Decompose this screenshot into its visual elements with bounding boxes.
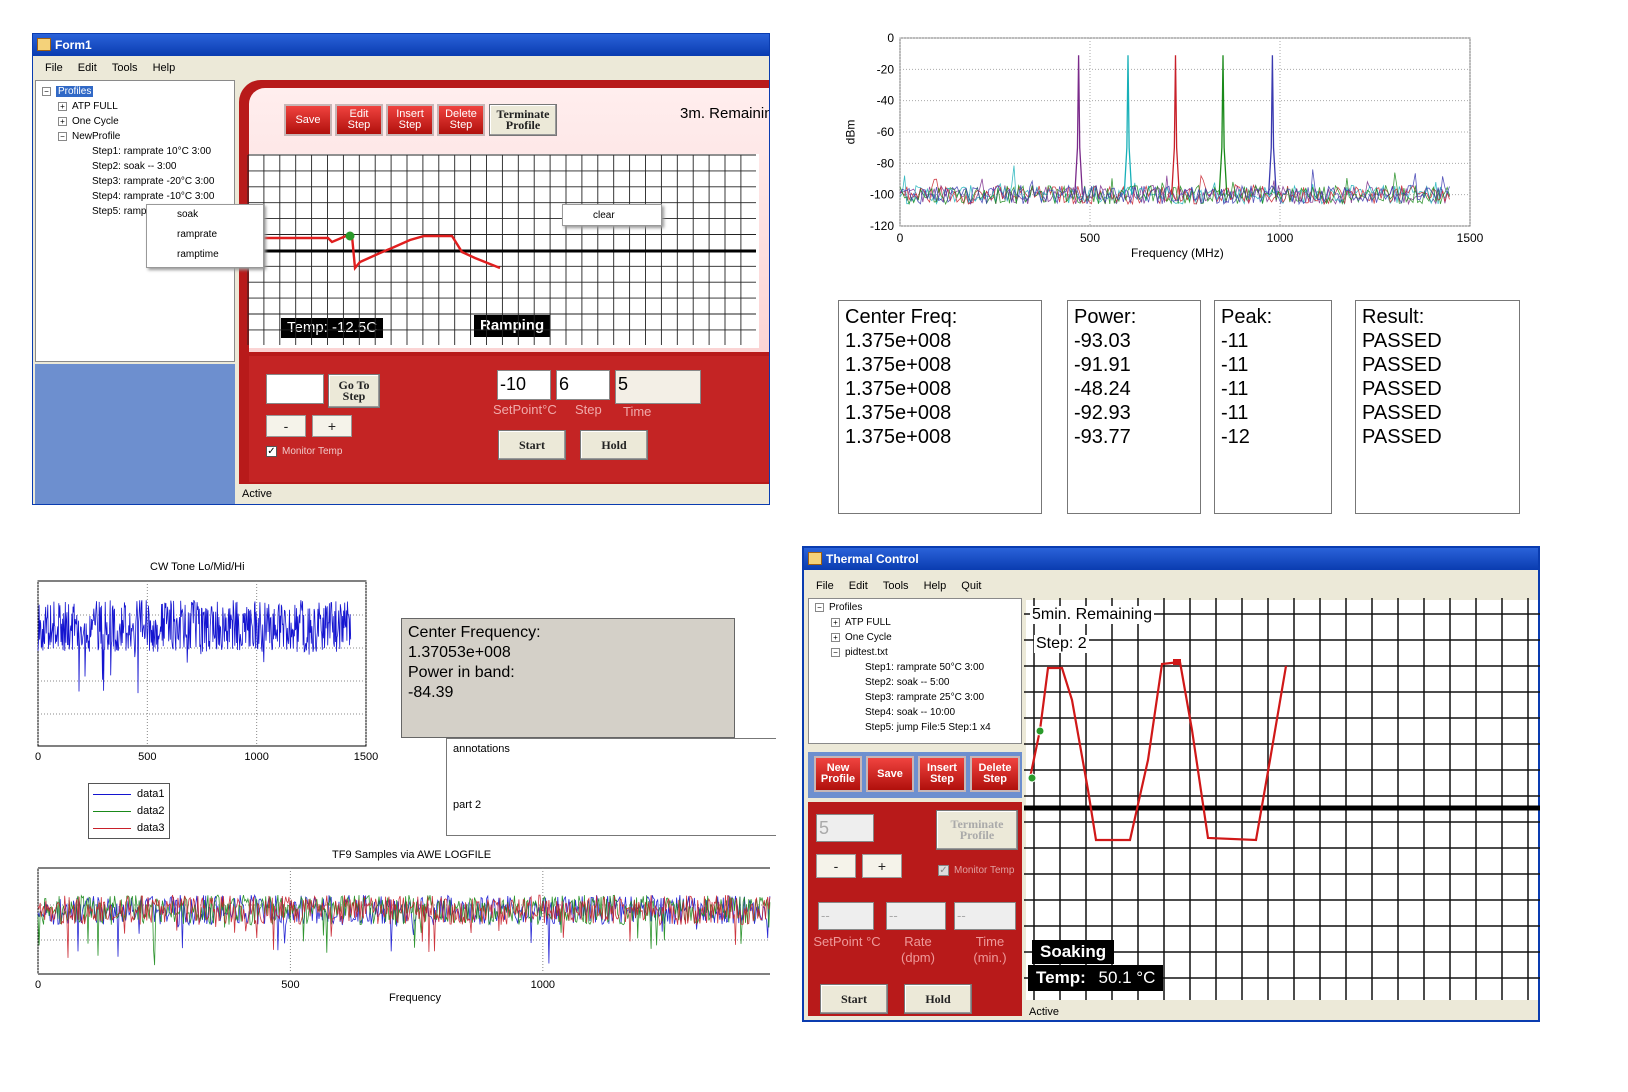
y-tick-label: -60 xyxy=(877,125,895,139)
tf9-chart-title: TF9 Samples via AWE LOGFILE xyxy=(332,849,492,861)
y-tick-label: -80 xyxy=(877,156,895,170)
x-tick-label: 1500 xyxy=(354,751,378,763)
x-tick-label: 1500 xyxy=(1457,231,1484,245)
x-tick-label: 1000 xyxy=(1267,231,1294,245)
point-marker xyxy=(1027,773,1037,783)
clear-context-menu[interactable]: clear xyxy=(562,204,662,226)
x-tick-label: 0 xyxy=(897,231,904,245)
cw-legend: data1 data2 data3 xyxy=(88,783,170,839)
x-tick-label: 500 xyxy=(1080,231,1100,245)
point-marker xyxy=(1035,726,1045,736)
spectrum-ylabel: dBm xyxy=(843,119,858,145)
menu-item-ramprate[interactable]: ramprate xyxy=(147,225,263,245)
menu-item-clear[interactable]: clear xyxy=(563,205,661,225)
plot-frame xyxy=(37,580,367,747)
y-tick-label: 0 xyxy=(887,31,894,45)
chart-layer: 0-20-40-60-80-100-1200 500 1000 1500 0 500 10… xyxy=(35,31,1540,1000)
spectrum-chart: 0-20-40-60-80-100-1200 500 1000 1500 xyxy=(870,31,1484,245)
cw-chart-title: CW Tone Lo/Mid/Hi xyxy=(150,561,245,573)
x-tick-label: 500 xyxy=(281,979,299,991)
legend-line-blue xyxy=(93,793,131,795)
legend-item: data2 xyxy=(89,803,169,820)
current-point-marker xyxy=(345,231,355,241)
tf9-chart: 0 500 1000 xyxy=(35,867,771,991)
cw-tone-chart: 0 500 1000 1500 xyxy=(35,580,378,763)
temp-display: Temp: 50.1 °C xyxy=(1028,965,1164,991)
x-tick-label: 0 xyxy=(35,979,41,991)
y-tick-label: -40 xyxy=(877,94,895,108)
legend-line-green xyxy=(93,810,131,812)
y-tick-label: -100 xyxy=(870,188,894,202)
series-3 xyxy=(37,894,771,958)
x-tick-label: 1000 xyxy=(244,751,268,763)
setpoint-marker xyxy=(1173,659,1181,665)
x-tick-label: 500 xyxy=(138,751,156,763)
temp-label: Temp: xyxy=(1036,968,1086,987)
y-tick-label: -120 xyxy=(870,219,894,233)
temp-value: 50.1 °C xyxy=(1098,968,1156,987)
legend-item: data3 xyxy=(89,820,169,837)
tf9-xlabel: Frequency xyxy=(389,992,441,1004)
temperature-trace xyxy=(1028,660,1288,842)
state-display: Soaking xyxy=(1032,940,1115,964)
remaining-time: 5min. Remaining xyxy=(1030,606,1155,624)
y-tick-label: -20 xyxy=(877,62,895,76)
x-tick-label: 1000 xyxy=(531,979,555,991)
menu-item-ramptime[interactable]: ramptime xyxy=(147,245,263,265)
step-context-menu[interactable]: soak ramprate ramptime xyxy=(146,204,264,268)
form1-graph xyxy=(247,154,756,345)
spectrum-xlabel: Frequency (MHz) xyxy=(1131,246,1224,260)
menu-item-soak[interactable]: soak xyxy=(147,205,263,225)
current-step: Step: 2 xyxy=(1034,635,1089,653)
x-tick-label: 0 xyxy=(35,751,41,763)
legend-line-red xyxy=(93,827,131,829)
legend-item: data1 xyxy=(89,786,169,803)
